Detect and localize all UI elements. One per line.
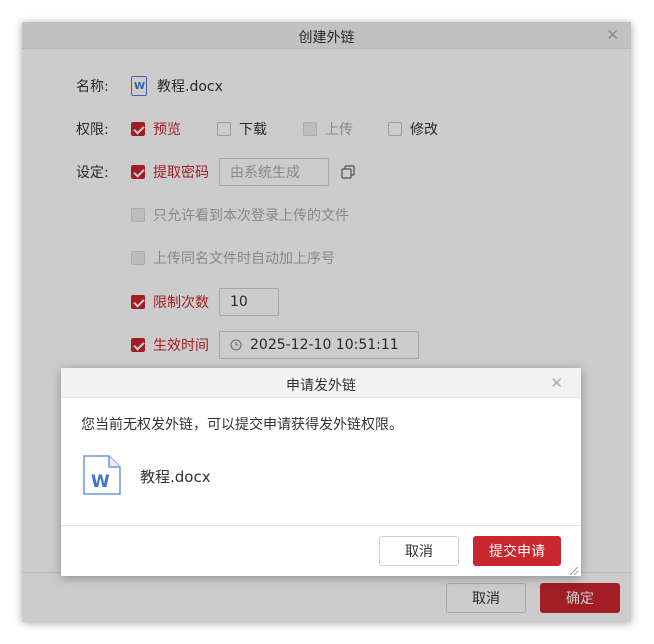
dialog-title: 申请发外链: [286, 378, 356, 394]
svg-text:W: W: [91, 472, 110, 492]
file-name: 教程.docx: [140, 468, 211, 486]
permission-message: 您当前无权发外链，可以提交申请获得发外链权限。: [81, 417, 403, 433]
request-link-dialog: 申请发外链 ✕ 您当前无权发外链，可以提交申请获得发外链权限。 W 教程.doc…: [61, 368, 581, 576]
screen: 创建外链 ✕ 名称: W 教程.docx 权限: 预览 下载 上传 修改 设定:…: [0, 0, 654, 644]
dialog-footer: 取消 提交申请: [61, 525, 581, 576]
resize-handle-icon[interactable]: [569, 564, 579, 576]
dialog-header: 申请发外链 ✕: [61, 368, 581, 398]
cancel-button[interactable]: 取消: [379, 536, 459, 566]
close-icon[interactable]: ✕: [550, 374, 563, 392]
submit-request-button[interactable]: 提交申请: [473, 536, 561, 566]
word-file-icon: W: [82, 454, 122, 496]
